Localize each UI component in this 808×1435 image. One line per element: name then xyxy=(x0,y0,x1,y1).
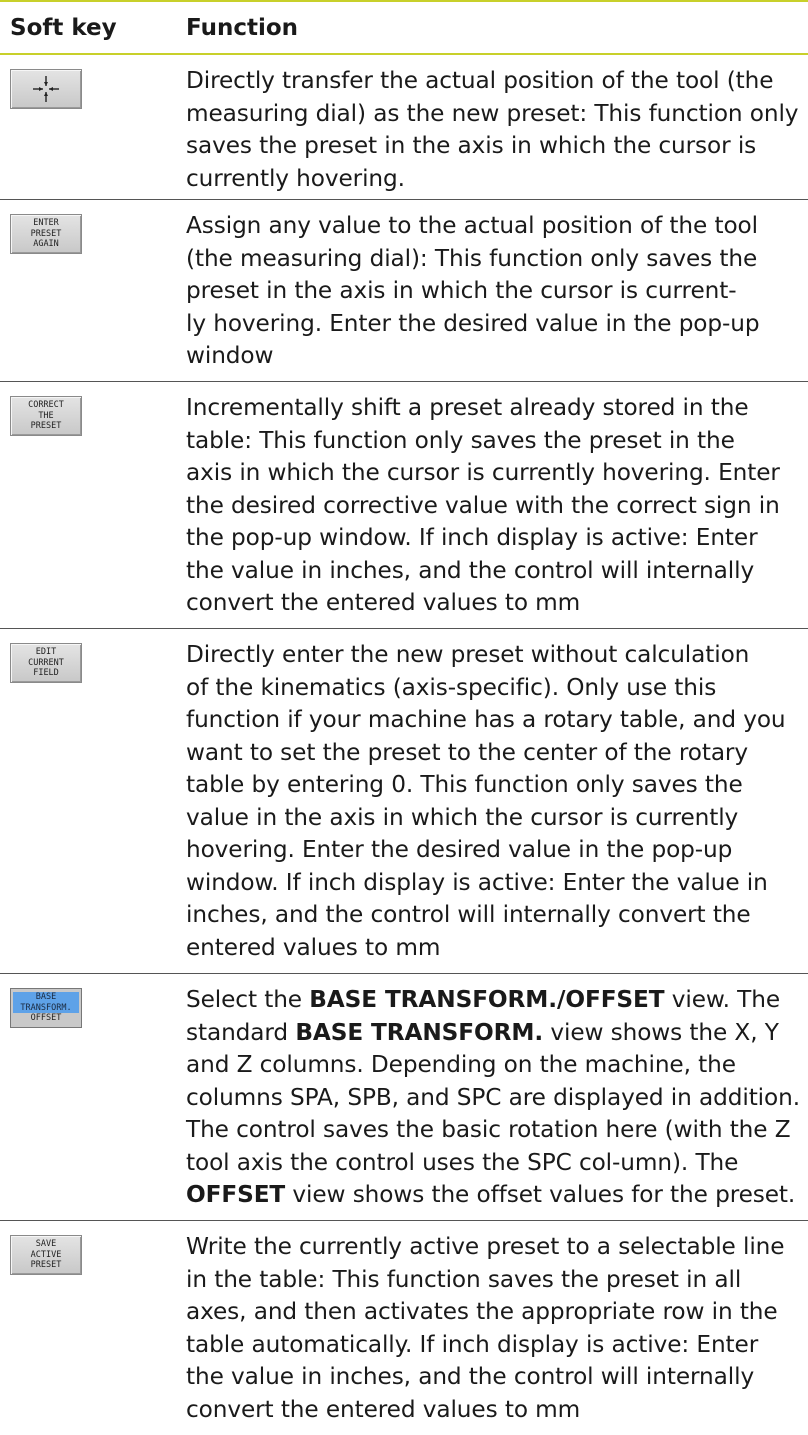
enter-preset-again-softkey[interactable]: ENTER PRESET AGAIN xyxy=(10,214,82,254)
base-transform-offset-softkey[interactable]: BASE TRANSFORM. OFFSET xyxy=(10,988,82,1028)
softkey-label-line: ENTER xyxy=(33,218,59,229)
function-description: Write the currently active preset to a s… xyxy=(186,1233,785,1423)
softkey-label-line: OFFSET xyxy=(30,1013,62,1024)
function-description: Incrementally shift a preset already sto… xyxy=(186,394,780,616)
softkey-label-line: EDIT xyxy=(35,647,57,658)
softkey-function-table: Soft key Function Directly transfer the … xyxy=(0,0,808,1435)
table-header: Soft key Function xyxy=(0,0,808,55)
table-row: SAVE ACTIVE PRESET Write the currently a… xyxy=(0,1221,808,1435)
correct-the-preset-softkey[interactable]: CORRECT THE PRESET xyxy=(10,396,82,436)
softkey-label-line: CORRECT xyxy=(28,400,64,411)
softkey-label-line: FIELD xyxy=(33,668,59,679)
table-row: Directly transfer the actual position of… xyxy=(0,55,808,200)
function-description: Directly transfer the actual position of… xyxy=(186,67,799,192)
function-description: Assign any value to the actual position … xyxy=(186,212,760,369)
table-row: CORRECT THE PRESET Incrementally shift a… xyxy=(0,382,808,629)
table-row: ENTER PRESET AGAIN Assign any value to t… xyxy=(0,200,808,382)
softkey-label-line: TRANSFORM. xyxy=(13,1002,79,1014)
crosshair-icon xyxy=(33,76,59,102)
function-column-header: Function xyxy=(186,14,299,41)
transfer-actual-position-softkey[interactable] xyxy=(10,69,82,109)
softkey-label-line: PRESET xyxy=(30,1260,62,1271)
save-active-preset-softkey[interactable]: SAVE ACTIVE PRESET xyxy=(10,1235,82,1275)
softkey-label-line: PRESET xyxy=(30,421,62,432)
edit-current-field-softkey[interactable]: EDIT CURRENT FIELD xyxy=(10,643,82,683)
softkey-label-line: THE xyxy=(38,410,54,421)
table-row: EDIT CURRENT FIELD Directly enter the ne… xyxy=(0,629,808,974)
softkey-label-line: BASE xyxy=(13,992,79,1003)
softkey-label-line: CURRENT xyxy=(28,657,64,668)
softkey-label-line: ACTIVE xyxy=(30,1249,62,1260)
softkey-column-header: Soft key xyxy=(10,14,117,41)
softkey-label-line: PRESET xyxy=(30,228,62,239)
table-row: BASE TRANSFORM. OFFSET Select the BASE T… xyxy=(0,974,808,1221)
softkey-label-line: SAVE xyxy=(35,1239,57,1250)
function-description: Select the BASE TRANSFORM./OFFSET view. … xyxy=(186,986,800,1208)
function-description: Directly enter the new preset without ca… xyxy=(186,641,786,961)
softkey-label-line: AGAIN xyxy=(33,239,59,250)
